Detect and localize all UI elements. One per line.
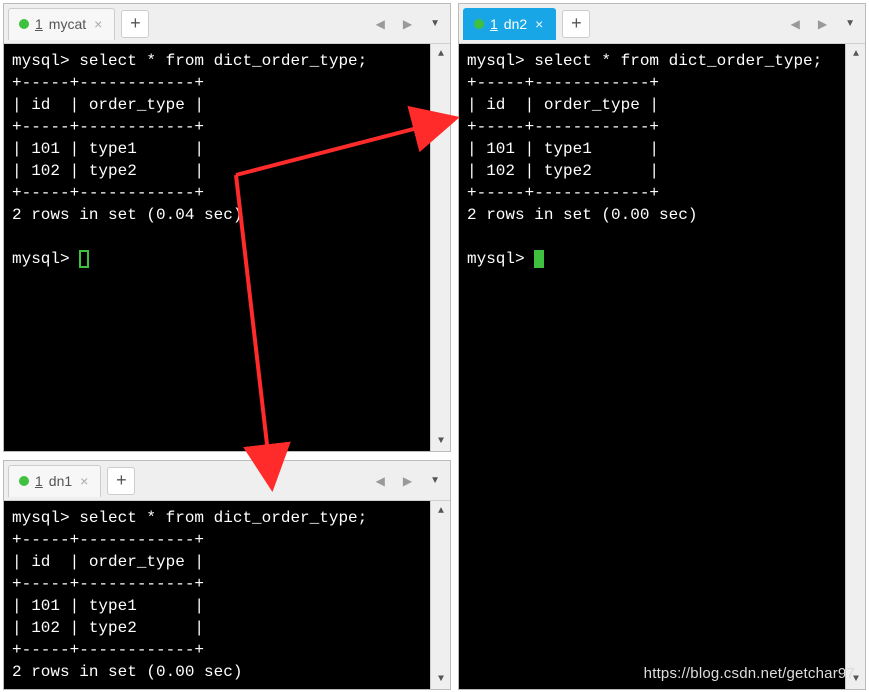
terminal-output[interactable]: mysql> select * from dict_order_type; +-… bbox=[4, 501, 430, 689]
scrollbar[interactable]: ▲ ▼ bbox=[430, 501, 450, 689]
terminal-wrap: mysql> select * from dict_order_type; +-… bbox=[459, 44, 865, 689]
tab-num: 1 bbox=[35, 16, 43, 32]
prompt: mysql> bbox=[12, 250, 79, 268]
add-tab-button[interactable]: + bbox=[107, 467, 135, 495]
scroll-up-icon[interactable]: ▲ bbox=[431, 501, 451, 521]
tabbar: 1 dn2 × + ◀ ▶ ▼ bbox=[459, 4, 865, 44]
scroll-up-icon[interactable]: ▲ bbox=[846, 44, 866, 64]
terminal-wrap: mysql> select * from dict_order_type; +-… bbox=[4, 501, 450, 689]
tab-num: 1 bbox=[490, 16, 498, 32]
summary-line: 2 rows in set (0.00 sec) bbox=[467, 206, 697, 224]
close-icon[interactable]: × bbox=[92, 16, 104, 32]
tab-mycat[interactable]: 1 mycat × bbox=[8, 8, 115, 40]
divider: +-----+------------+ bbox=[12, 184, 204, 202]
cursor-icon bbox=[534, 250, 544, 268]
tab-dn1[interactable]: 1 dn1 × bbox=[8, 465, 101, 497]
tab-num: 1 bbox=[35, 473, 43, 489]
query-line: mysql> select * from dict_order_type; bbox=[12, 509, 367, 527]
terminal-output[interactable]: mysql> select * from dict_order_type; +-… bbox=[4, 44, 430, 451]
pane-dn1: 1 dn1 × + ◀ ▶ ▼ mysql> select * from dic… bbox=[3, 460, 451, 690]
cursor-icon bbox=[79, 250, 89, 268]
scrollbar[interactable]: ▲ ▼ bbox=[430, 44, 450, 451]
data-row: | 102 | type2 | bbox=[12, 619, 204, 637]
terminal-wrap: mysql> select * from dict_order_type; +-… bbox=[4, 44, 450, 451]
add-tab-button[interactable]: + bbox=[121, 10, 149, 38]
tabbar: 1 dn1 × + ◀ ▶ ▼ bbox=[4, 461, 450, 501]
divider: +-----+------------+ bbox=[467, 118, 659, 136]
prev-tab-icon[interactable]: ◀ bbox=[372, 474, 389, 488]
plus-icon: + bbox=[571, 13, 582, 34]
data-row: | 102 | type2 | bbox=[467, 162, 659, 180]
query-line: mysql> select * from dict_order_type; bbox=[467, 52, 822, 70]
tabbar-controls: ◀ ▶ ▼ bbox=[372, 461, 444, 500]
data-row: | 101 | type1 | bbox=[12, 140, 204, 158]
header-row: | id | order_type | bbox=[467, 96, 659, 114]
status-dot-icon bbox=[19, 19, 29, 29]
divider: +-----+------------+ bbox=[467, 184, 659, 202]
tab-label: dn2 bbox=[504, 16, 527, 32]
header-row: | id | order_type | bbox=[12, 96, 204, 114]
prev-tab-icon[interactable]: ◀ bbox=[372, 17, 389, 31]
scroll-up-icon[interactable]: ▲ bbox=[431, 44, 451, 64]
tab-label: mycat bbox=[49, 16, 86, 32]
watermark: https://blog.csdn.net/getchar97 bbox=[644, 665, 855, 682]
plus-icon: + bbox=[116, 470, 127, 491]
divider: +-----+------------+ bbox=[12, 531, 204, 549]
plus-icon: + bbox=[130, 13, 141, 34]
next-tab-icon[interactable]: ▶ bbox=[814, 17, 831, 31]
divider: +-----+------------+ bbox=[12, 74, 204, 92]
pane-mycat: 1 mycat × + ◀ ▶ ▼ mysql> select * from d… bbox=[3, 3, 451, 452]
tab-menu-icon[interactable]: ▼ bbox=[426, 475, 444, 486]
scroll-down-icon[interactable]: ▼ bbox=[431, 669, 451, 689]
pane-dn2: 1 dn2 × + ◀ ▶ ▼ mysql> select * from dic… bbox=[458, 3, 866, 690]
status-dot-icon bbox=[474, 19, 484, 29]
add-tab-button[interactable]: + bbox=[562, 10, 590, 38]
next-tab-icon[interactable]: ▶ bbox=[399, 474, 416, 488]
tab-label: dn1 bbox=[49, 473, 72, 489]
divider: +-----+------------+ bbox=[12, 641, 204, 659]
prompt: mysql> bbox=[467, 250, 534, 268]
divider: +-----+------------+ bbox=[12, 575, 204, 593]
header-row: | id | order_type | bbox=[12, 553, 204, 571]
scrollbar[interactable]: ▲ ▼ bbox=[845, 44, 865, 689]
tab-dn2[interactable]: 1 dn2 × bbox=[463, 8, 556, 40]
close-icon[interactable]: × bbox=[533, 16, 545, 32]
summary-line: 2 rows in set (0.04 sec) bbox=[12, 206, 242, 224]
next-tab-icon[interactable]: ▶ bbox=[399, 17, 416, 31]
status-dot-icon bbox=[19, 476, 29, 486]
tab-menu-icon[interactable]: ▼ bbox=[426, 18, 444, 29]
tabbar-controls: ◀ ▶ ▼ bbox=[372, 4, 444, 43]
tabbar-controls: ◀ ▶ ▼ bbox=[787, 4, 859, 43]
tab-menu-icon[interactable]: ▼ bbox=[841, 18, 859, 29]
divider: +-----+------------+ bbox=[467, 74, 659, 92]
divider: +-----+------------+ bbox=[12, 118, 204, 136]
prev-tab-icon[interactable]: ◀ bbox=[787, 17, 804, 31]
data-row: | 102 | type2 | bbox=[12, 162, 204, 180]
close-icon[interactable]: × bbox=[78, 473, 90, 489]
tabbar: 1 mycat × + ◀ ▶ ▼ bbox=[4, 4, 450, 44]
terminal-output[interactable]: mysql> select * from dict_order_type; +-… bbox=[459, 44, 845, 689]
data-row: | 101 | type1 | bbox=[12, 597, 204, 615]
query-line: mysql> select * from dict_order_type; bbox=[12, 52, 367, 70]
data-row: | 101 | type1 | bbox=[467, 140, 659, 158]
scroll-down-icon[interactable]: ▼ bbox=[431, 431, 451, 451]
summary-line: 2 rows in set (0.00 sec) bbox=[12, 663, 242, 681]
